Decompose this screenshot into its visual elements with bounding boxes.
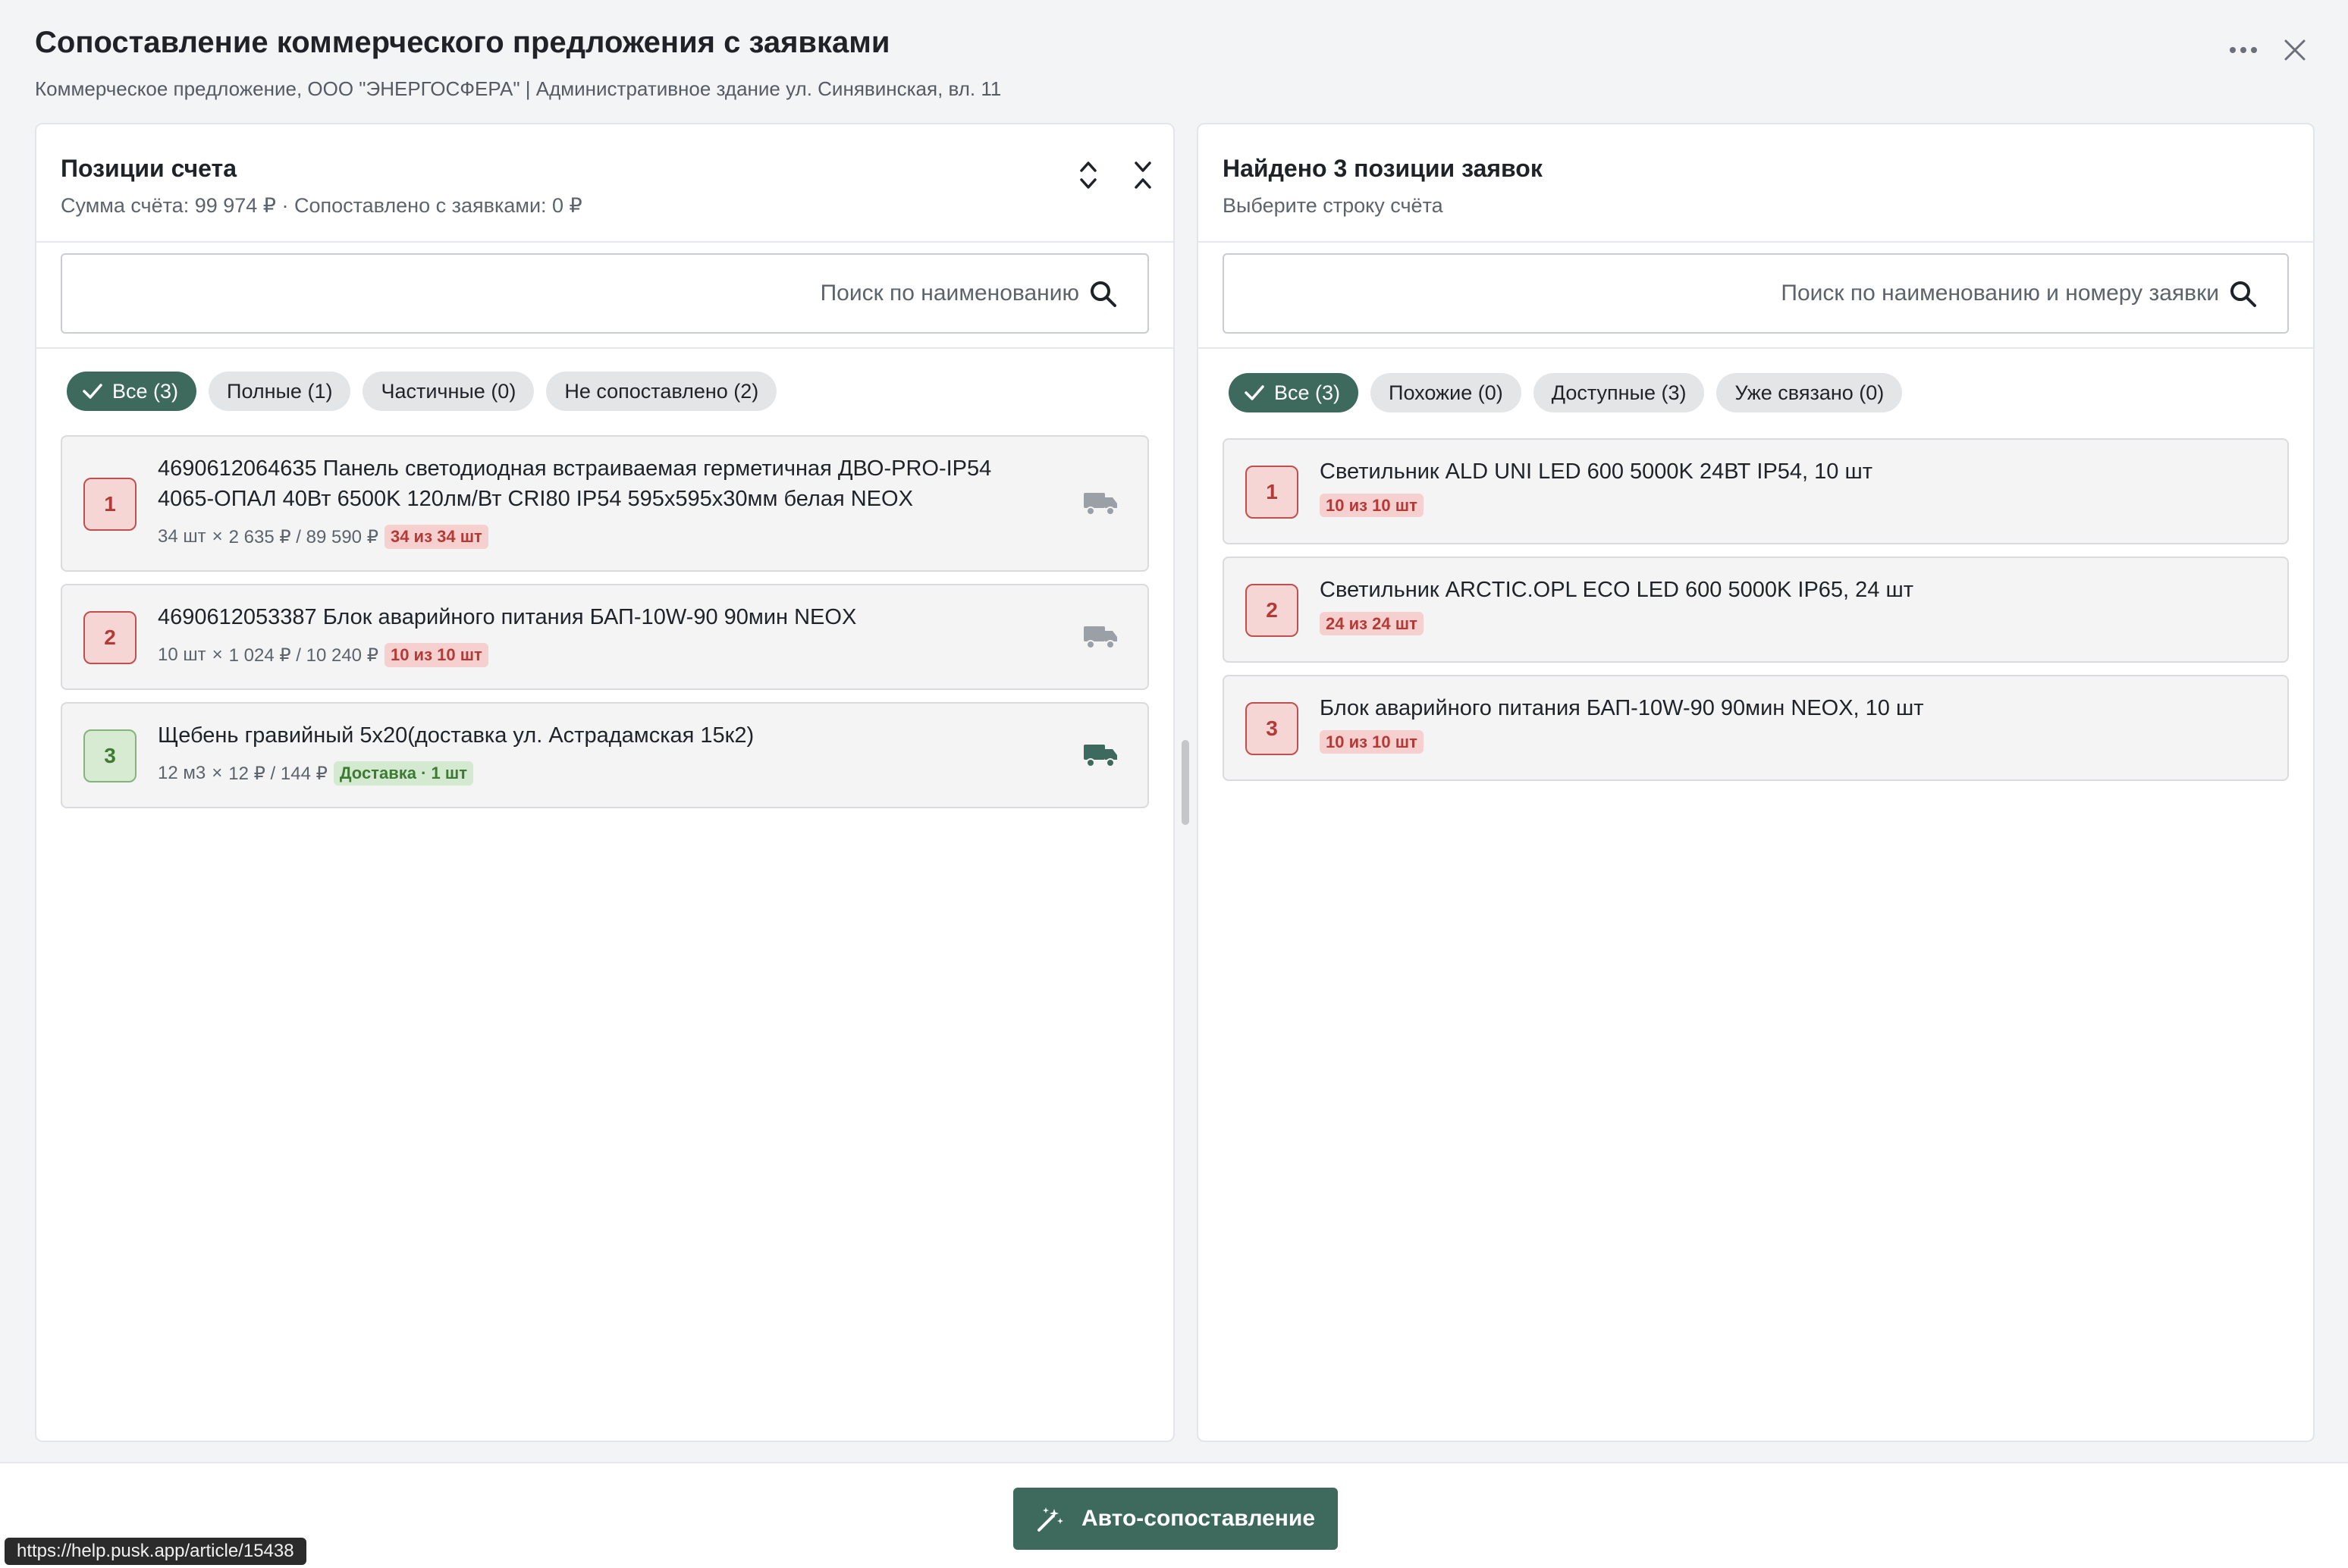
match-badge: 10 из 10 шт (1320, 494, 1424, 517)
panel-title: Позиции счета (61, 155, 237, 182)
position-number: 3 (83, 729, 137, 782)
more-horizontal-icon (2230, 47, 2257, 53)
request-positions-panel: Найдено 3 позиции заявок Выберите строку… (1197, 123, 2315, 1442)
position-title: Щебень гравийный 5х20(доставка ул. Астра… (158, 723, 755, 748)
request-title: Блок аварийного питания БАП-10W-90 90мин… (1320, 696, 1924, 720)
position-meta: 10 шт × 1 024 ₽ / 10 240 ₽ 10 из 10 шт (158, 643, 488, 667)
filter-label: Частичные (0) (381, 379, 516, 403)
position-qty: 34 шт (158, 526, 206, 547)
request-meta: 10 из 10 шт (1320, 494, 1424, 517)
filter-label: Полные (1) (227, 379, 333, 403)
panel-title: Найдено 3 позиции заявок (1223, 155, 1543, 182)
truck-icon (1084, 493, 1117, 516)
filter-partial[interactable]: Частичные (0) (363, 372, 535, 411)
invoice-search[interactable] (61, 253, 1149, 334)
dialog-title: Сопоставление коммерческого предложения … (35, 26, 890, 59)
delivery-badge: Доставка · 1 шт (333, 761, 473, 786)
request-position-row[interactable]: 3 Блок аварийного питания БАП-10W-90 90м… (1223, 675, 2289, 781)
position-price-total: 1 024 ₽ / 10 240 ₽ (228, 644, 378, 666)
position-number: 2 (83, 611, 137, 664)
invoice-position-row[interactable]: 2 4690612053387 Блок аварийного питания … (61, 584, 1149, 690)
times-sign: × (212, 763, 223, 783)
position-meta: 12 м3 × 12 ₽ / 144 ₽ Доставка · 1 шт (158, 761, 473, 786)
search-icon[interactable] (2228, 279, 2259, 309)
request-position-row[interactable]: 1 Светильник ALD UNI LED 600 5000K 24ВТ … (1223, 438, 2289, 544)
auto-match-label: Авто-сопоставление (1081, 1506, 1316, 1531)
filter-label: Уже связано (0) (1734, 381, 1885, 404)
request-search-input[interactable] (1239, 255, 2219, 332)
filter-unmatched[interactable]: Не сопоставлено (2) (546, 372, 777, 411)
position-number: 2 (1245, 584, 1298, 637)
position-number: 1 (1245, 466, 1298, 519)
panel-resize-handle[interactable] (1182, 740, 1189, 825)
divider (36, 241, 1173, 243)
collapse-all-button[interactable] (1124, 155, 1162, 196)
request-meta: 24 из 24 шт (1320, 612, 1424, 635)
invoice-position-row[interactable]: 1 4690612064635 Панель светодиодная встр… (61, 435, 1149, 572)
match-badge: 24 из 24 шт (1320, 612, 1424, 635)
filter-available[interactable]: Доступные (3) (1533, 373, 1705, 412)
request-filters: Все (3) Похожие (0) Доступные (3) Уже св… (1229, 373, 2290, 412)
filter-similar[interactable]: Похожие (0) (1370, 373, 1521, 412)
expand-icon (1080, 162, 1097, 189)
invoice-position-row[interactable]: 3 Щебень гравийный 5х20(доставка ул. Аст… (61, 702, 1149, 808)
search-icon[interactable] (1088, 279, 1119, 309)
more-options-button[interactable] (2222, 35, 2265, 65)
truck-icon (1084, 626, 1117, 649)
invoice-positions-panel: Позиции счета Сумма счёта: 99 974 ₽ · Со… (35, 123, 1175, 1442)
invoice-search-input[interactable] (77, 255, 1079, 332)
check-icon (83, 384, 102, 399)
match-badge: 10 из 10 шт (384, 643, 488, 667)
invoice-filters: Все (3) Полные (1) Частичные (0) Не сопо… (67, 372, 1150, 411)
position-qty: 10 шт (158, 644, 206, 665)
position-title: 4690612064635 Панель светодиодная встраи… (158, 456, 992, 511)
filter-full[interactable]: Полные (1) (209, 372, 351, 411)
times-sign: × (212, 644, 223, 665)
expand-all-button[interactable] (1069, 155, 1107, 196)
position-price-total: 12 ₽ / 144 ₽ (228, 763, 328, 784)
filter-label: Все (3) (112, 379, 179, 403)
matching-dialog: Сопоставление коммерческого предложения … (0, 0, 2348, 1568)
close-icon (2284, 39, 2306, 61)
position-qty: 12 м3 (158, 763, 206, 783)
invoice-summary: Сумма счёта: 99 974 ₽ · Сопоставлено с з… (61, 194, 582, 217)
dialog-footer: Авто-сопоставление (0, 1462, 2348, 1568)
divider (36, 347, 1173, 349)
request-meta: 10 из 10 шт (1320, 730, 1424, 754)
match-badge: 34 из 34 шт (384, 525, 488, 549)
filter-label: Не сопоставлено (2) (564, 379, 759, 403)
position-price-total: 2 635 ₽ / 89 590 ₽ (228, 526, 378, 547)
panel-hint: Выберите строку счёта (1223, 194, 1443, 217)
divider (1198, 347, 2313, 349)
filter-label: Похожие (0) (1389, 381, 1503, 404)
filter-all[interactable]: Все (3) (67, 372, 197, 411)
filter-already-linked[interactable]: Уже связано (0) (1716, 373, 1903, 412)
request-position-row[interactable]: 2 Светильник ARCTIC.OPL ECO LED 600 5000… (1223, 557, 2289, 663)
request-title: Светильник ARCTIC.OPL ECO LED 600 5000K … (1320, 578, 1914, 602)
truck-icon (1084, 745, 1117, 767)
filter-all[interactable]: Все (3) (1229, 373, 1359, 412)
position-meta: 34 шт × 2 635 ₽ / 89 590 ₽ 34 из 34 шт (158, 525, 488, 549)
request-positions-list: 1 Светильник ALD UNI LED 600 5000K 24ВТ … (1223, 438, 2289, 793)
times-sign: × (212, 526, 223, 547)
status-bar-url: https://help.pusk.app/article/15438 (5, 1538, 306, 1565)
auto-match-button[interactable]: Авто-сопоставление (1013, 1488, 1338, 1550)
request-search[interactable] (1223, 253, 2289, 334)
filter-label: Доступные (3) (1551, 381, 1687, 404)
position-number: 1 (83, 478, 137, 531)
request-title: Светильник ALD UNI LED 600 5000K 24ВТ IP… (1320, 459, 1873, 484)
check-icon (1245, 385, 1264, 400)
collapse-icon (1135, 162, 1151, 189)
match-badge: 10 из 10 шт (1320, 730, 1424, 754)
dialog-subtitle: Коммерческое предложение, ООО "ЭНЕРГОСФЕ… (35, 77, 1002, 100)
position-title: 4690612053387 Блок аварийного питания БА… (158, 605, 857, 629)
invoice-positions-list: 1 4690612064635 Панель светодиодная встр… (61, 435, 1149, 820)
position-number: 3 (1245, 702, 1298, 755)
close-button[interactable] (2274, 30, 2316, 70)
filter-label: Все (3) (1274, 381, 1341, 404)
divider (1198, 241, 2313, 243)
magic-wand-icon (1037, 1507, 1063, 1532)
